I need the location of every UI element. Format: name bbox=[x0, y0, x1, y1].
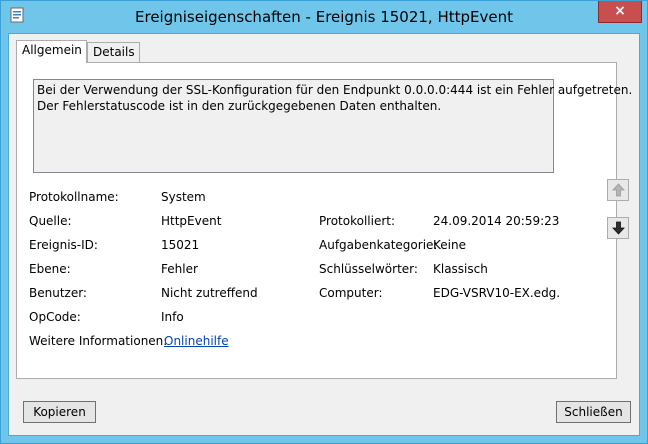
description-line-1: Bei der Verwendung der SSL-Konfiguration… bbox=[37, 83, 633, 97]
quelle-value: HttpEvent bbox=[161, 214, 222, 228]
quelle-label: Quelle: bbox=[29, 214, 72, 228]
opcode-value: Info bbox=[161, 310, 184, 324]
tab-panel-allgemein: Bei der Verwendung der SSL-Konfiguration… bbox=[16, 62, 633, 379]
arrow-up-icon bbox=[612, 183, 625, 197]
event-description-box[interactable]: Bei der Verwendung der SSL-Konfiguration… bbox=[33, 79, 633, 173]
tab-allgemein[interactable]: Allgemein bbox=[16, 40, 87, 63]
description-line-2: Der Fehlerstatuscode ist in den zurückge… bbox=[37, 99, 442, 113]
opcode-label: OpCode: bbox=[29, 310, 81, 324]
aufgabenkategorie-label: Aufgabenkategorie: bbox=[319, 238, 438, 252]
protokolliert-value: 24.09.2014 20:59:23 bbox=[433, 214, 560, 228]
schluesselwoerter-label: Schlüsselwörter: bbox=[319, 262, 418, 276]
benutzer-value: Nicht zutreffend bbox=[161, 286, 258, 300]
benutzer-label: Benutzer: bbox=[29, 286, 87, 300]
title-bar[interactable]: Ereigniseigenschaften - Ereignis 15021, … bbox=[1, 1, 647, 33]
protokolliert-label: Protokolliert: bbox=[319, 214, 396, 228]
computer-value: EDG-VSRV10-EX.edg.loca bbox=[433, 286, 561, 300]
onlinehilfe-link[interactable]: Onlinehilfe bbox=[164, 334, 229, 348]
previous-event-button[interactable] bbox=[607, 179, 629, 201]
ebene-value: Fehler bbox=[161, 262, 198, 276]
protokollname-label: Protokollname: bbox=[29, 190, 119, 204]
window-close-button[interactable]: × bbox=[598, 1, 642, 23]
protokollname-value: System bbox=[161, 190, 206, 204]
event-properties-window: Ereigniseigenschaften - Ereignis 15021, … bbox=[0, 0, 648, 444]
ereignis-id-label: Ereignis-ID: bbox=[29, 238, 98, 252]
aufgabenkategorie-value: Keine bbox=[433, 238, 466, 252]
schluesselwoerter-value: Klassisch bbox=[433, 262, 488, 276]
ebene-label: Ebene: bbox=[29, 262, 71, 276]
tab-details[interactable]: Details bbox=[87, 42, 140, 62]
ereignis-id-value: 15021 bbox=[161, 238, 200, 252]
computer-label: Computer: bbox=[319, 286, 383, 300]
arrow-down-icon bbox=[612, 221, 625, 235]
next-event-button[interactable] bbox=[607, 217, 629, 239]
close-button[interactable]: Schließen bbox=[556, 401, 631, 423]
copy-button[interactable]: Kopieren bbox=[23, 401, 96, 423]
weitere-informationen-label: Weitere Informationen: bbox=[29, 334, 168, 348]
window-title: Ereigniseigenschaften - Ereignis 15021, … bbox=[135, 8, 513, 26]
dialog-client-area: Allgemein Details Bei der Verwendung der… bbox=[8, 33, 640, 436]
